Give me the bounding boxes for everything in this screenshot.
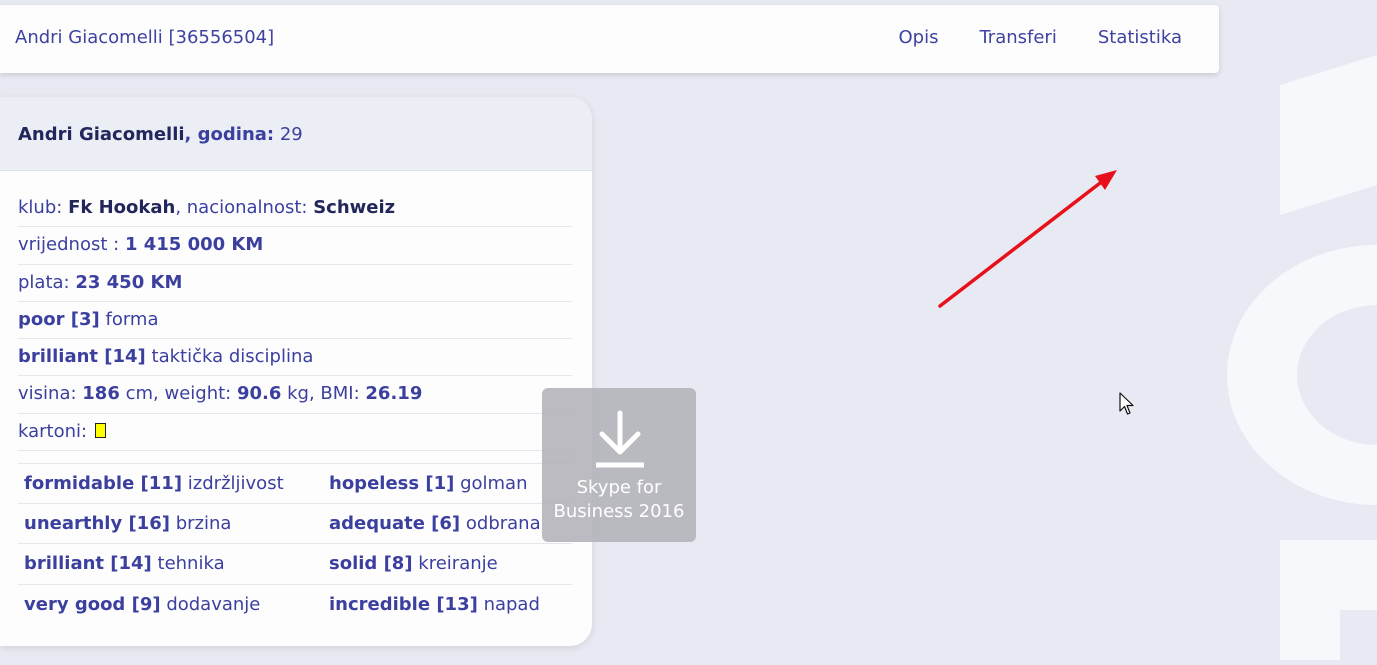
mouse-cursor-icon [1119,392,1134,415]
annotation-arrow-icon [938,170,1117,308]
